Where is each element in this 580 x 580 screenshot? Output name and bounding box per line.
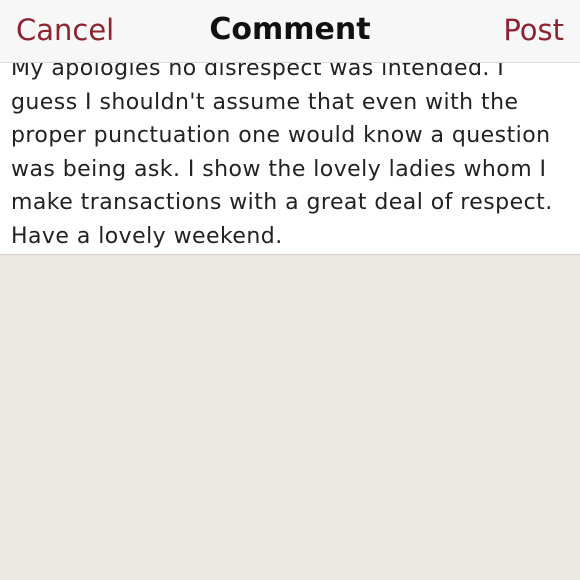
page-title: Comment <box>209 12 371 47</box>
navigation-bar: Cancel Comment Post <box>0 0 580 63</box>
empty-background <box>0 255 580 580</box>
comment-textarea[interactable]: My apologies no disrespect was intended.… <box>0 63 580 255</box>
comment-screen: Cancel Comment Post My apologies no disr… <box>0 0 580 580</box>
post-button[interactable]: Post <box>503 12 564 48</box>
comment-text: My apologies no disrespect was intended.… <box>11 63 553 249</box>
